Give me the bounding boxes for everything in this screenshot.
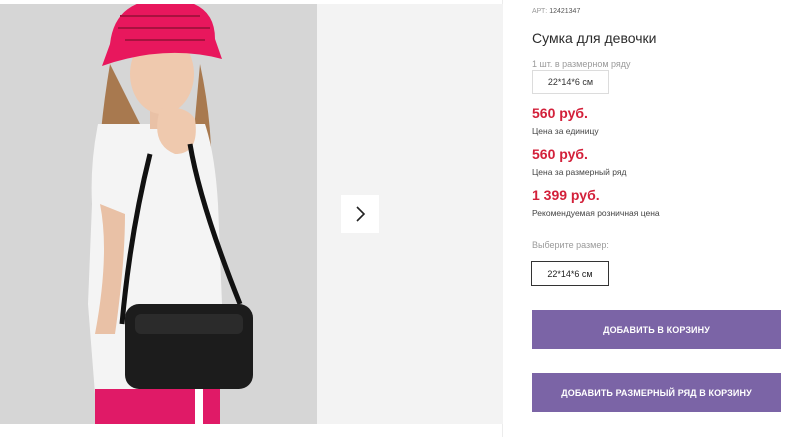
article-label: АРТ: bbox=[532, 8, 548, 15]
set-price-label: Цена за размерный ряд bbox=[532, 167, 627, 177]
set-size-chip: 22*14*6 см bbox=[532, 70, 609, 94]
unit-price: 560 руб. bbox=[532, 105, 588, 121]
product-photo-illustration bbox=[0, 4, 317, 424]
gallery-next-button[interactable] bbox=[341, 195, 379, 233]
size-option[interactable]: 22*14*6 см bbox=[531, 261, 609, 286]
retail-price: 1 399 руб. bbox=[532, 187, 600, 203]
unit-price-label: Цена за единицу bbox=[532, 126, 599, 136]
chevron-right-icon bbox=[356, 206, 366, 222]
product-photo bbox=[0, 4, 317, 424]
add-to-cart-button[interactable]: Добавить в корзину bbox=[532, 310, 781, 349]
add-set-to-cart-button[interactable]: Добавить размерный ряд в корзину bbox=[532, 373, 781, 412]
size-selector-label: Выберите размер: bbox=[532, 240, 609, 250]
product-title: Сумка для девочки bbox=[532, 30, 657, 46]
product-gallery bbox=[0, 0, 503, 437]
article-number: АРТ: 12421347 bbox=[532, 8, 580, 15]
retail-price-label: Рекомендуемая розничная цена bbox=[532, 208, 660, 218]
set-price: 560 руб. bbox=[532, 146, 588, 162]
set-caption: 1 шт. в размерном ряду bbox=[532, 59, 631, 69]
article-code: 12421347 bbox=[549, 8, 581, 15]
